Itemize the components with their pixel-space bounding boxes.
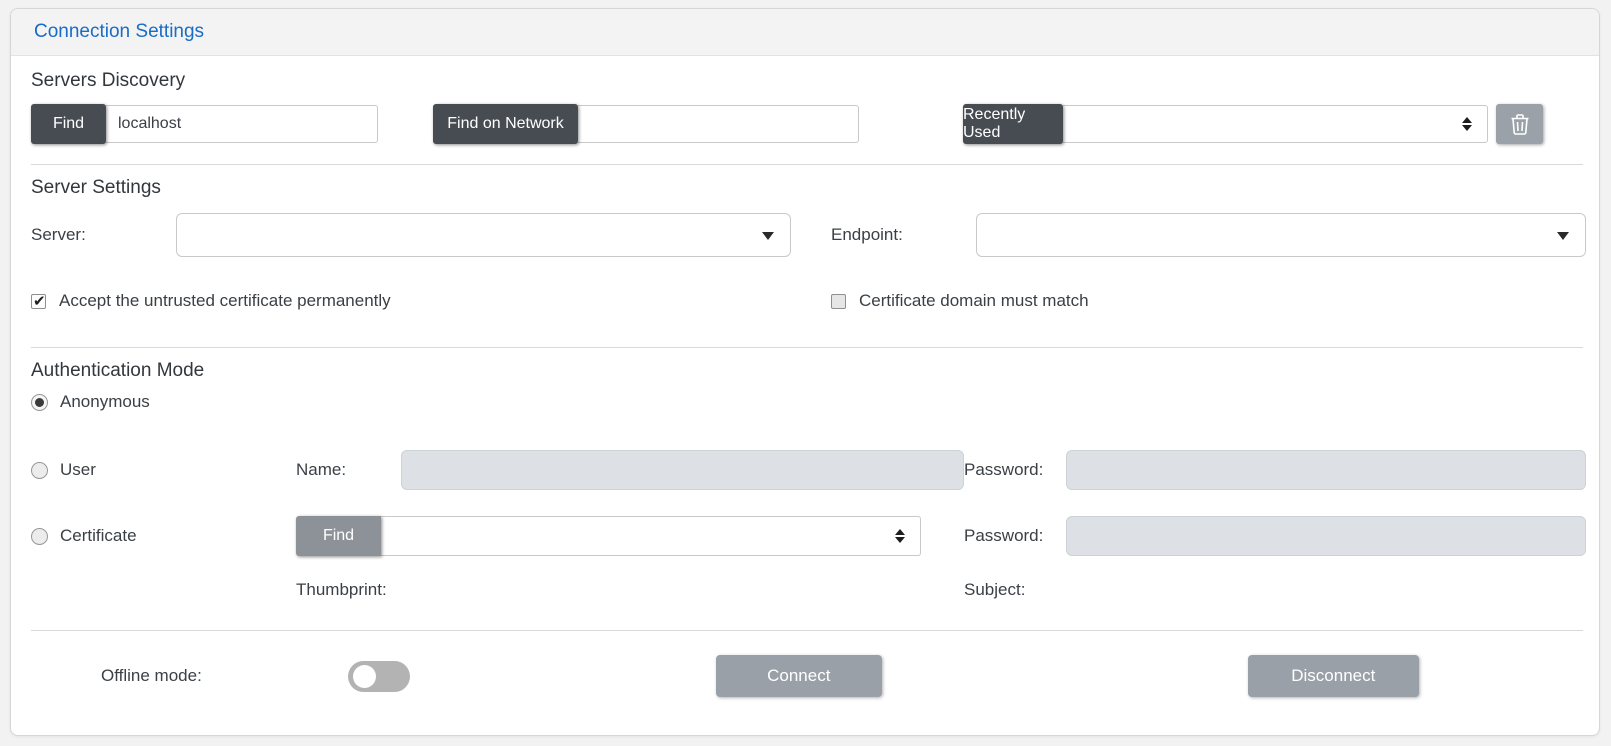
thumbprint-label: Thumbprint: bbox=[296, 580, 964, 600]
user-radio[interactable] bbox=[31, 462, 48, 479]
clear-recently-used-button[interactable] bbox=[1496, 104, 1543, 144]
certificate-radio[interactable] bbox=[31, 528, 48, 545]
section-divider bbox=[31, 347, 1583, 348]
server-dropdown[interactable] bbox=[176, 213, 791, 257]
user-name-label: Name: bbox=[296, 460, 401, 480]
user-password-input[interactable] bbox=[1066, 450, 1586, 490]
anonymous-label: Anonymous bbox=[60, 392, 150, 412]
offline-mode-label: Offline mode: bbox=[101, 666, 202, 686]
subject-label: Subject: bbox=[964, 580, 1025, 600]
disconnect-button[interactable]: Disconnect bbox=[1248, 655, 1419, 697]
certificate-options-row: Accept the untrusted certificate permane… bbox=[31, 291, 1583, 311]
find-button[interactable]: Find bbox=[31, 104, 106, 144]
user-password-label: Password: bbox=[964, 460, 1066, 480]
panel-header: Connection Settings bbox=[11, 9, 1599, 56]
certificate-auth-row: Certificate Find Password: bbox=[31, 514, 1583, 558]
toggle-knob bbox=[353, 665, 376, 688]
certificate-domain-match-label: Certificate domain must match bbox=[859, 291, 1089, 311]
user-auth-row: User Name: Password: bbox=[31, 448, 1583, 492]
certificate-select[interactable] bbox=[381, 516, 921, 556]
certificate-meta-row: Thumbprint: Subject: bbox=[31, 580, 1583, 600]
servers-discovery-row: Find Find on Network Recently Used bbox=[31, 104, 1583, 144]
anonymous-row: Anonymous bbox=[31, 392, 1583, 412]
anonymous-radio[interactable] bbox=[31, 394, 48, 411]
accept-untrusted-certificate-checkbox[interactable] bbox=[31, 294, 46, 309]
trash-icon bbox=[1510, 113, 1530, 135]
authentication-mode-heading: Authentication Mode bbox=[31, 360, 1583, 382]
endpoint-dropdown[interactable] bbox=[976, 213, 1586, 257]
certificate-find-button[interactable]: Find bbox=[296, 516, 381, 556]
section-divider bbox=[31, 164, 1583, 165]
recently-used-select[interactable] bbox=[1063, 105, 1488, 143]
offline-mode-toggle[interactable] bbox=[348, 661, 410, 692]
certificate-password-input[interactable] bbox=[1066, 516, 1586, 556]
certificate-domain-match-checkbox[interactable] bbox=[831, 294, 846, 309]
chevron-down-icon bbox=[1557, 232, 1569, 240]
up-down-spinner-icon bbox=[1461, 116, 1473, 132]
user-name-input[interactable] bbox=[401, 450, 964, 490]
up-down-spinner-icon bbox=[894, 528, 906, 544]
certificate-label: Certificate bbox=[60, 526, 137, 546]
find-host-input[interactable] bbox=[106, 105, 378, 143]
servers-discovery-heading: Servers Discovery bbox=[31, 70, 1583, 92]
certificate-password-label: Password: bbox=[964, 526, 1066, 546]
connection-settings-panel: Connection Settings Servers Discovery Fi… bbox=[10, 8, 1600, 736]
footer-row: Offline mode: Connect Disconnect bbox=[31, 631, 1583, 721]
server-settings-heading: Server Settings bbox=[31, 177, 1583, 199]
find-on-network-button[interactable]: Find on Network bbox=[433, 104, 578, 144]
network-input[interactable] bbox=[578, 105, 859, 143]
server-settings-row: Server: Endpoint: bbox=[31, 213, 1583, 257]
recently-used-button[interactable]: Recently Used bbox=[963, 104, 1063, 144]
chevron-down-icon bbox=[762, 232, 774, 240]
user-label: User bbox=[60, 460, 96, 480]
server-label: Server: bbox=[31, 225, 176, 245]
endpoint-label: Endpoint: bbox=[831, 225, 976, 245]
accept-untrusted-certificate-label: Accept the untrusted certificate permane… bbox=[59, 291, 391, 311]
connect-button[interactable]: Connect bbox=[716, 655, 882, 697]
page-title: Connection Settings bbox=[34, 21, 204, 43]
